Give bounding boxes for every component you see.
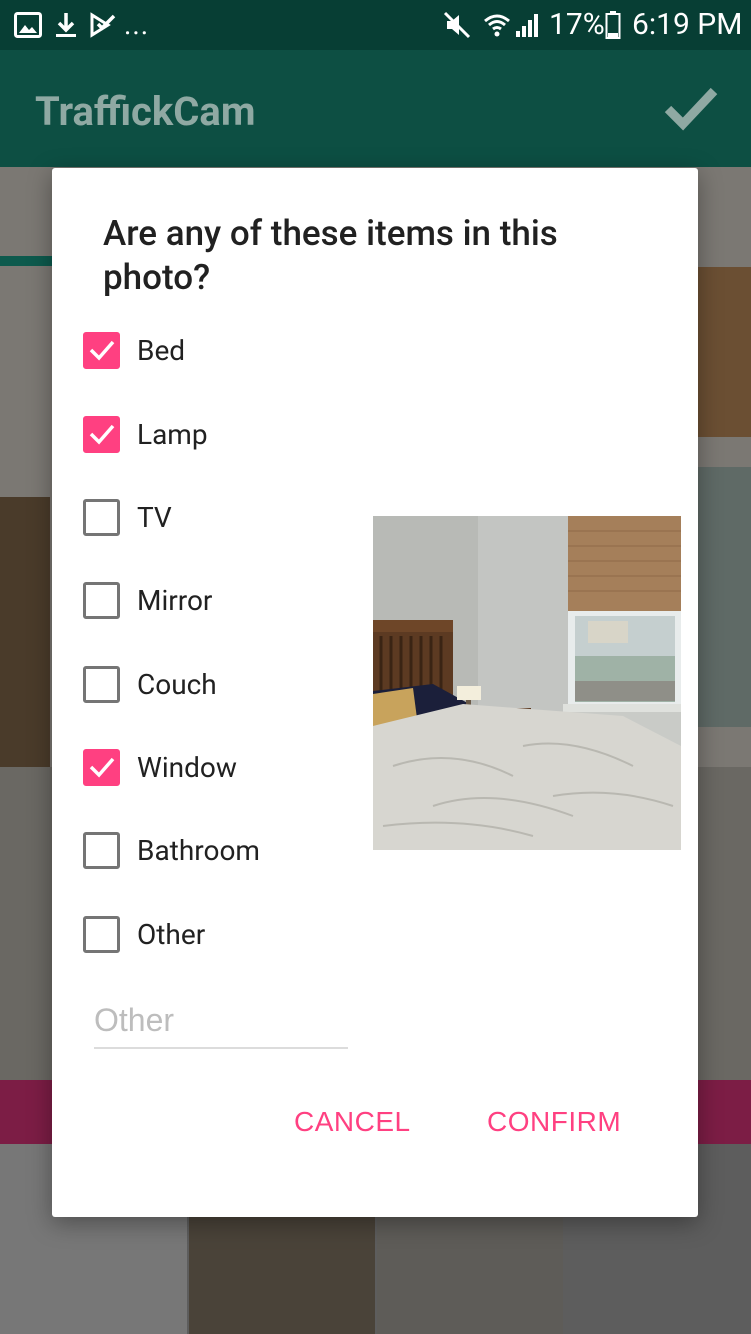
checkbox-label: Lamp	[137, 417, 208, 451]
checkbox-item-other[interactable]: Other	[83, 909, 383, 959]
checkbox-label: Mirror	[137, 583, 213, 617]
checkbox-item-couch[interactable]: Couch	[83, 659, 383, 709]
dialog-title: Are any of these items in this photo?	[103, 213, 558, 298]
checkmark-icon	[89, 424, 114, 445]
checkbox-label: Bathroom	[137, 833, 260, 867]
battery-percent: 17%	[549, 7, 605, 42]
checkbox-item-bed[interactable]: Bed	[83, 325, 383, 375]
battery-icon	[605, 0, 621, 50]
checkbox[interactable]	[83, 498, 120, 536]
checkbox-item-mirror[interactable]: Mirror	[83, 575, 383, 625]
other-item-input[interactable]	[94, 994, 348, 1049]
confirm-button[interactable]: CONFIRM	[487, 1106, 621, 1138]
clock: 6:19 PM	[632, 7, 743, 42]
signal-icon	[514, 0, 542, 50]
checkbox[interactable]	[83, 748, 120, 786]
checkbox-item-lamp[interactable]: Lamp	[83, 409, 383, 459]
checkbox[interactable]	[83, 915, 120, 953]
cancel-button[interactable]: CANCEL	[294, 1106, 411, 1138]
wifi-icon	[482, 0, 512, 50]
download-icon	[55, 0, 77, 50]
checkbox-item-bathroom[interactable]: Bathroom	[83, 825, 383, 875]
checkbox-label: Other	[137, 917, 206, 951]
status-bar: ... 17% 6:19 PM	[0, 0, 751, 50]
checkbox[interactable]	[83, 415, 120, 453]
checkbox-label: Window	[137, 750, 237, 784]
checkmark-icon	[89, 757, 114, 778]
checkbox[interactable]	[83, 831, 120, 869]
checkbox-label: Couch	[137, 667, 217, 701]
checkbox-label: Bed	[137, 333, 186, 367]
mute-icon	[443, 0, 471, 50]
checkbox[interactable]	[83, 331, 120, 369]
app-title: TraffickCam	[35, 88, 256, 135]
check-icon[interactable]	[664, 85, 718, 135]
room-photo	[373, 516, 681, 850]
checkbox-item-window[interactable]: Window	[83, 742, 383, 792]
checkbox[interactable]	[83, 665, 120, 703]
checkmark-icon	[89, 340, 114, 361]
tasks-icon	[90, 0, 116, 50]
checkbox-item-tv[interactable]: TV	[83, 492, 383, 542]
tab-indicator	[0, 256, 60, 266]
checkbox-label: TV	[137, 500, 172, 534]
gallery-icon	[14, 0, 42, 50]
items-dialog: Are any of these items in this photo? Be…	[52, 168, 698, 1217]
overflow-indicator: ...	[124, 8, 150, 41]
checkbox[interactable]	[83, 581, 120, 619]
